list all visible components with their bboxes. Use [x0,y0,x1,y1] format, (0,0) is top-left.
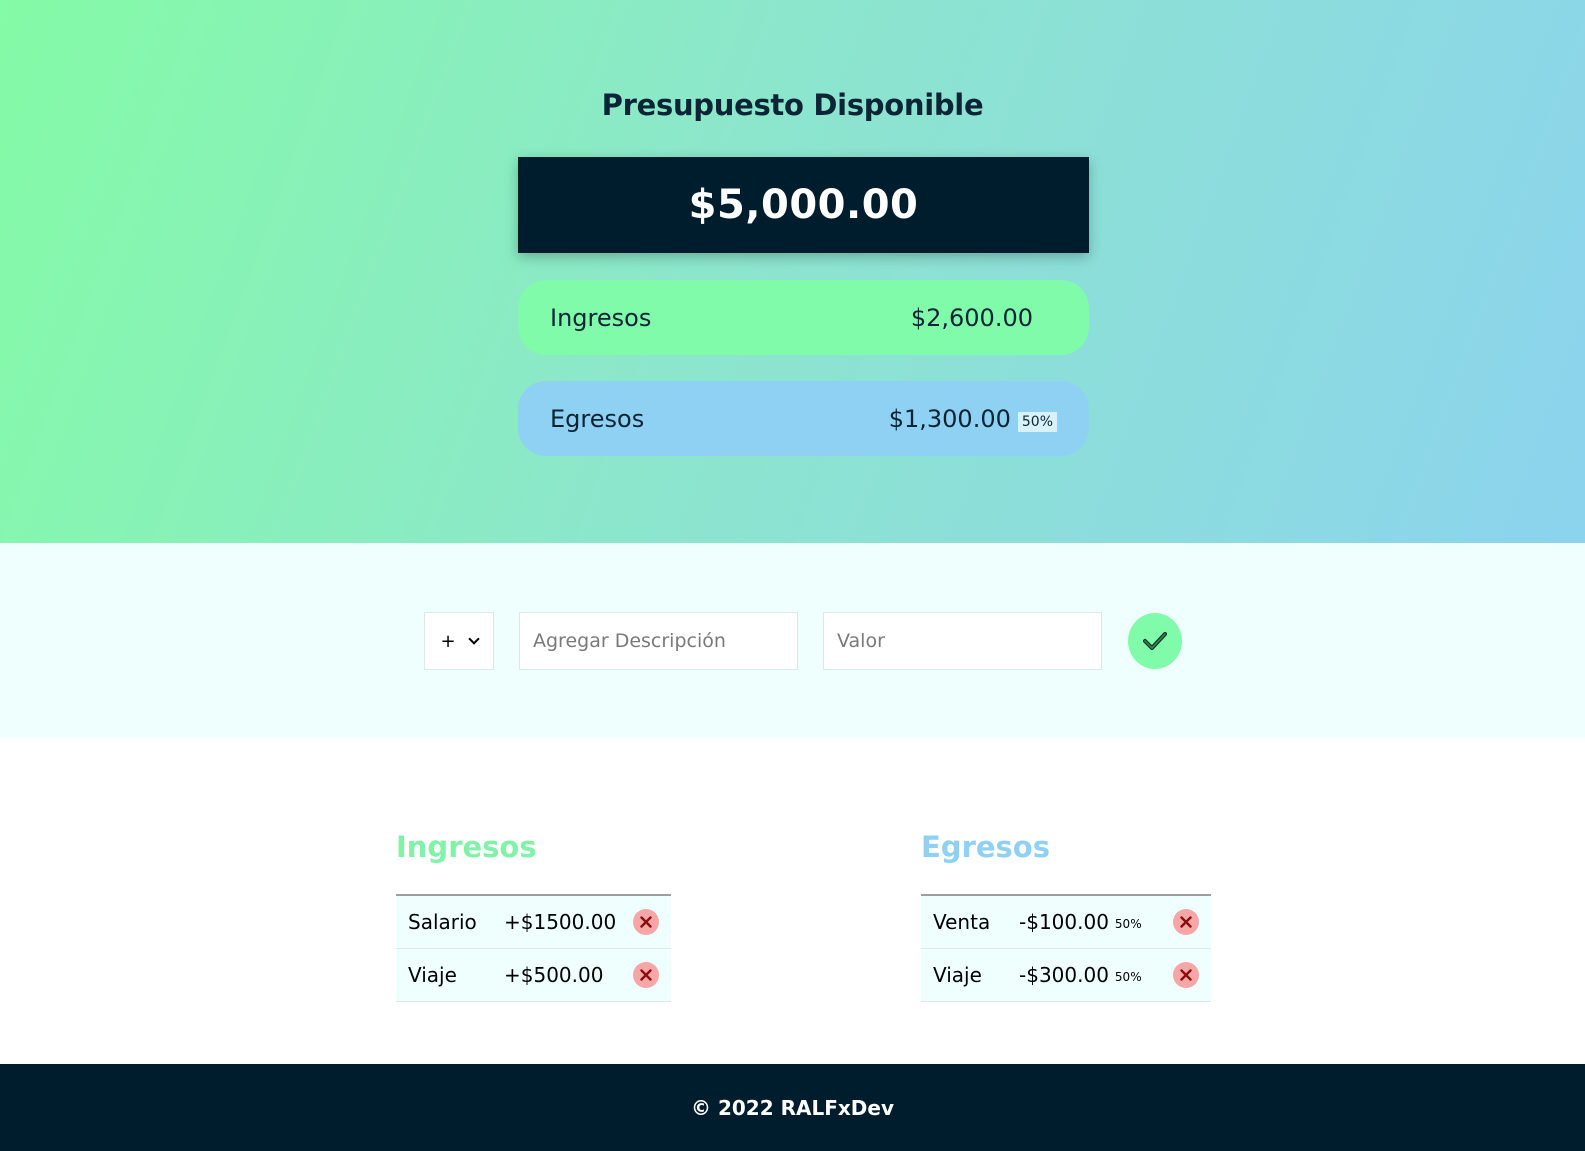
income-summary: Ingresos $2,600.00 [518,280,1089,355]
delete-income-button[interactable] [633,962,659,988]
income-value: +$500.00 [504,963,604,987]
check-icon [1143,632,1167,650]
expense-percent-badge: 50% [1017,411,1057,432]
expense-percent: 50% [1114,970,1142,984]
type-select-value: + [440,630,456,652]
close-icon [640,916,652,928]
total-budget-box: $5,000.00 [518,157,1089,253]
delete-expense-button[interactable] [1173,909,1199,935]
value-input[interactable] [823,612,1102,670]
income-description: Viaje [408,963,457,987]
expense-value: -$300.00 [1019,963,1109,987]
footer: © 2022 RALFxDev [0,1064,1585,1151]
close-icon [640,969,652,981]
income-row: Viaje +$500.00 [396,949,671,1002]
income-summary-label: Ingresos [550,303,652,332]
expense-summary-label: Egresos [550,404,645,433]
income-list-title: Ingresos [396,830,537,864]
close-icon [1180,969,1192,981]
income-row: Salario +$1500.00 [396,896,671,949]
total-budget-value: $5,000.00 [688,182,919,228]
expense-summary: Egresos $1,300.00 50% [518,381,1089,456]
expense-summary-value: $1,300.00 [888,404,1011,433]
type-select[interactable]: + [424,612,494,670]
expense-percent: 50% [1114,917,1142,931]
expense-list: Venta -$100.00 50% Viaje -$300.00 50% [921,894,1211,1002]
expense-description: Viaje [933,963,982,987]
budget-header: Presupuesto Disponible $5,000.00 Ingreso… [0,0,1585,543]
add-entry-button[interactable] [1128,613,1182,669]
income-value: +$1500.00 [504,910,617,934]
expense-description: Venta [933,910,991,934]
income-description: Salario [408,910,477,934]
page-title: Presupuesto Disponible [601,88,984,122]
delete-income-button[interactable] [633,909,659,935]
chevron-down-icon [467,633,480,645]
expense-row: Viaje -$300.00 50% [921,949,1211,1002]
expense-value: -$100.00 [1019,910,1109,934]
footer-copyright: © 2022 RALFxDev [691,1095,894,1120]
description-input[interactable] [519,612,798,670]
delete-expense-button[interactable] [1173,962,1199,988]
close-icon [1180,916,1192,928]
income-summary-value: $2,600.00 [910,303,1033,332]
income-list: Salario +$1500.00 Viaje +$500.00 [396,894,671,1002]
expense-row: Venta -$100.00 50% [921,896,1211,949]
add-entry-form: + [0,543,1585,738]
expense-list-title: Egresos [921,830,1050,864]
